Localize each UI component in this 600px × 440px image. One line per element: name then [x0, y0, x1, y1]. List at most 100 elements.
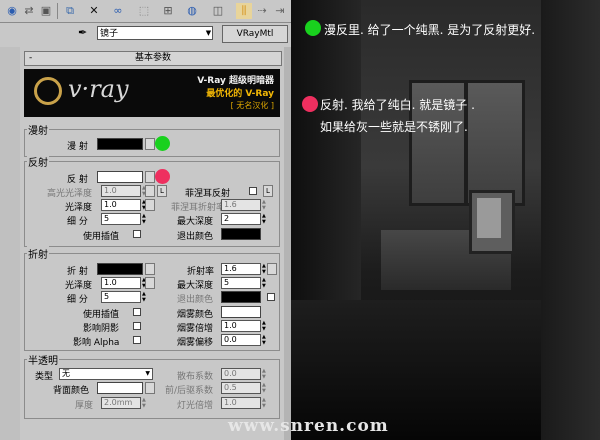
reflect-max-depth-spinner[interactable]: 2 ▲ ▼	[221, 213, 266, 225]
translucency-group: 半透明 类型 无 ▼ 散布系数 0.0 ▲ ▼ 背面颜色 前/后驱系数 0.5 ▲ ▼ 厚…	[24, 352, 280, 419]
show-map-icon[interactable]: ◍	[184, 3, 200, 19]
render-viewport	[291, 0, 600, 440]
ior-label: 折射率	[187, 267, 215, 277]
refract-gloss-spinner[interactable]: 1.0 ▲ ▼	[101, 277, 146, 289]
chevron-down-icon[interactable]: ▼	[204, 27, 213, 39]
fresnel-ior-label: 菲涅耳折射率	[171, 203, 226, 213]
hilight-gloss-map-button[interactable]	[145, 185, 155, 197]
refract-exit-checkbox[interactable]	[267, 293, 275, 301]
toolbar-separator	[57, 3, 58, 19]
fog-color-label: 烟雾颜色	[177, 310, 214, 320]
refract-map-button[interactable]	[145, 263, 155, 275]
reflect-gloss-map-button[interactable]	[145, 199, 155, 211]
reflect-interp-checkbox[interactable]	[133, 230, 141, 238]
green-annotation: 漫反里. 给了一个纯黑. 是为了反射更好.	[324, 23, 536, 37]
fresnel-checkbox[interactable]	[249, 187, 257, 195]
affect-shadows-label: 影响阴影	[83, 324, 120, 334]
vray-banner: v·ray V-Ray 超级明暗器 最优化的 V-Ray [ 无名汉化 ]	[24, 69, 280, 117]
material-type-button[interactable]: VRayMtl	[222, 25, 288, 43]
reflect-max-depth-label: 最大深度	[177, 217, 214, 227]
back-color-label: 背面颜色	[53, 386, 90, 396]
show-end-icon[interactable]: ◫	[210, 3, 226, 19]
trans-type-select[interactable]: 无 ▼	[59, 368, 153, 380]
refraction-group: 折射 折 射 折射率 1.6 ▲ ▼ 光泽度 1.0 ▲ ▼ 最大深度 5 ▲ ▼ 细 分 …	[24, 246, 280, 351]
reflect-color-swatch[interactable]	[97, 171, 143, 183]
fog-mult-spinner[interactable]: 1.0 ▲ ▼	[221, 320, 266, 332]
reflect-subdivs-spinner[interactable]: 5 ▲ ▼	[101, 213, 146, 225]
refraction-title: 折射	[27, 246, 49, 261]
scatter-spinner[interactable]: 0.0 ▲ ▼	[221, 368, 266, 380]
hilight-gloss-spinner[interactable]: 1.0 ▲ ▼	[101, 185, 146, 197]
reflect-map-button[interactable]	[145, 171, 155, 183]
refract-subdivs-spinner[interactable]: 5 ▲ ▼	[101, 291, 146, 303]
scatter-label: 散布系数	[177, 372, 214, 382]
light-mult-spinner[interactable]: 1.0 ▲ ▼	[221, 397, 266, 409]
fog-color-swatch[interactable]	[221, 306, 261, 318]
material-name-field[interactable]: 镜子	[97, 26, 213, 40]
affect-alpha-label: 影响 Alpha	[73, 338, 120, 348]
refract-exit-color-swatch[interactable]	[221, 291, 261, 303]
basic-params-rollout[interactable]: - 基本参数	[24, 51, 282, 66]
go-sibling-icon[interactable]: ⇥	[272, 3, 288, 19]
chevron-down-icon: ▼	[145, 370, 150, 377]
hilight-gloss-label: 高光光泽度	[47, 189, 93, 199]
ior-spinner[interactable]: 1.6 ▲ ▼	[221, 263, 266, 275]
delete-icon[interactable]: ✕	[86, 3, 102, 19]
refract-gloss-map-button[interactable]	[145, 277, 155, 289]
fwd-back-spinner[interactable]: 0.5 ▲ ▼	[221, 382, 266, 394]
reflect-interp-label: 使用插值	[83, 232, 120, 242]
assign-icon[interactable]: ▣	[38, 3, 54, 19]
reflect-gloss-label: 光泽度	[65, 203, 93, 213]
editor-toolbar: ◉ ⇄ ▣ ⧉ ✕ ∞ ⬚ ⊞ ◍ ◫ ⫼ ⇢ ⇥	[0, 0, 291, 23]
thickness-spinner[interactable]: 2.0mm ▲ ▼	[101, 397, 146, 409]
make-unique-icon[interactable]: ∞	[110, 3, 126, 19]
diffuse-color-swatch[interactable]	[97, 138, 143, 150]
reflect-exit-color-swatch[interactable]	[221, 228, 261, 240]
tv-screen	[477, 198, 501, 238]
trans-type-label: 类型	[35, 372, 54, 382]
back-color-swatch[interactable]	[97, 382, 143, 394]
refract-max-depth-spinner[interactable]: 5 ▲ ▼	[221, 277, 266, 289]
fog-bias-label: 烟雾偏移	[177, 338, 214, 348]
thickness-label: 厚度	[75, 401, 94, 411]
basic-params-panel: - 基本参数 v·ray V-Ray 超级明暗器 最优化的 V-Ray [ 无名…	[20, 47, 284, 440]
fresnel-lock-button[interactable]: L	[263, 185, 273, 197]
vray-logo-text: v·ray	[68, 75, 129, 103]
get-material-icon[interactable]: ◉	[4, 3, 20, 19]
refract-subdivs-label: 细 分	[67, 295, 88, 305]
go-parent-icon[interactable]: ⫼	[236, 3, 252, 19]
panel-scrollbar[interactable]	[284, 47, 291, 440]
banner-line-3: [ 无名汉化 ]	[230, 101, 274, 110]
collapse-icon: -	[29, 53, 33, 63]
reset-icon[interactable]: ⧉	[62, 3, 78, 19]
hilight-lock-button[interactable]: L	[157, 185, 167, 197]
refract-interp-checkbox[interactable]	[133, 308, 141, 316]
material-namebar: ✒ 镜子 ▼ VRayMtl	[0, 23, 291, 45]
put-to-scene-icon[interactable]: ⇄	[21, 3, 37, 19]
mat-id-icon[interactable]: ⊞	[160, 3, 176, 19]
diffuse-group: 漫射 漫 射	[24, 122, 280, 157]
put-library-icon[interactable]: ⬚	[136, 3, 152, 19]
refract-interp-label: 使用插值	[83, 310, 120, 320]
banner-line-1: V-Ray 超级明暗器	[197, 76, 274, 86]
reflect-gloss-spinner[interactable]: 1.0 ▲ ▼	[101, 199, 146, 211]
panel-left-strip	[0, 47, 20, 440]
go-forward-icon[interactable]: ⇢	[254, 3, 270, 19]
back-color-map-button[interactable]	[145, 382, 155, 394]
reflect-subdivs-label: 细 分	[67, 217, 88, 227]
refract-max-depth-label: 最大深度	[177, 281, 214, 291]
fog-bias-spinner[interactable]: 0.0 ▲ ▼	[221, 334, 266, 346]
green-marker-icon	[305, 20, 321, 36]
ior-map-button[interactable]	[267, 263, 277, 275]
banner-line-2: 最优化的 V-Ray	[206, 89, 274, 99]
affect-alpha-checkbox[interactable]	[133, 336, 141, 344]
light-mult-label: 灯光倍增	[177, 401, 214, 411]
fresnel-ior-spinner[interactable]: 1.6 ▲ ▼	[221, 199, 266, 211]
reflection-group: 反射 反 射 高光光泽度 1.0 ▲ ▼ L 菲涅耳反射 L 光泽度 1.0 ▲ ▼ 菲…	[24, 154, 280, 247]
eyedropper-icon[interactable]: ✒	[78, 26, 92, 40]
green-marker-icon	[155, 136, 170, 151]
refract-color-swatch[interactable]	[97, 263, 143, 275]
reflect-label: 反 射	[67, 175, 88, 185]
affect-shadows-checkbox[interactable]	[133, 322, 141, 330]
diffuse-map-button[interactable]	[145, 138, 155, 150]
